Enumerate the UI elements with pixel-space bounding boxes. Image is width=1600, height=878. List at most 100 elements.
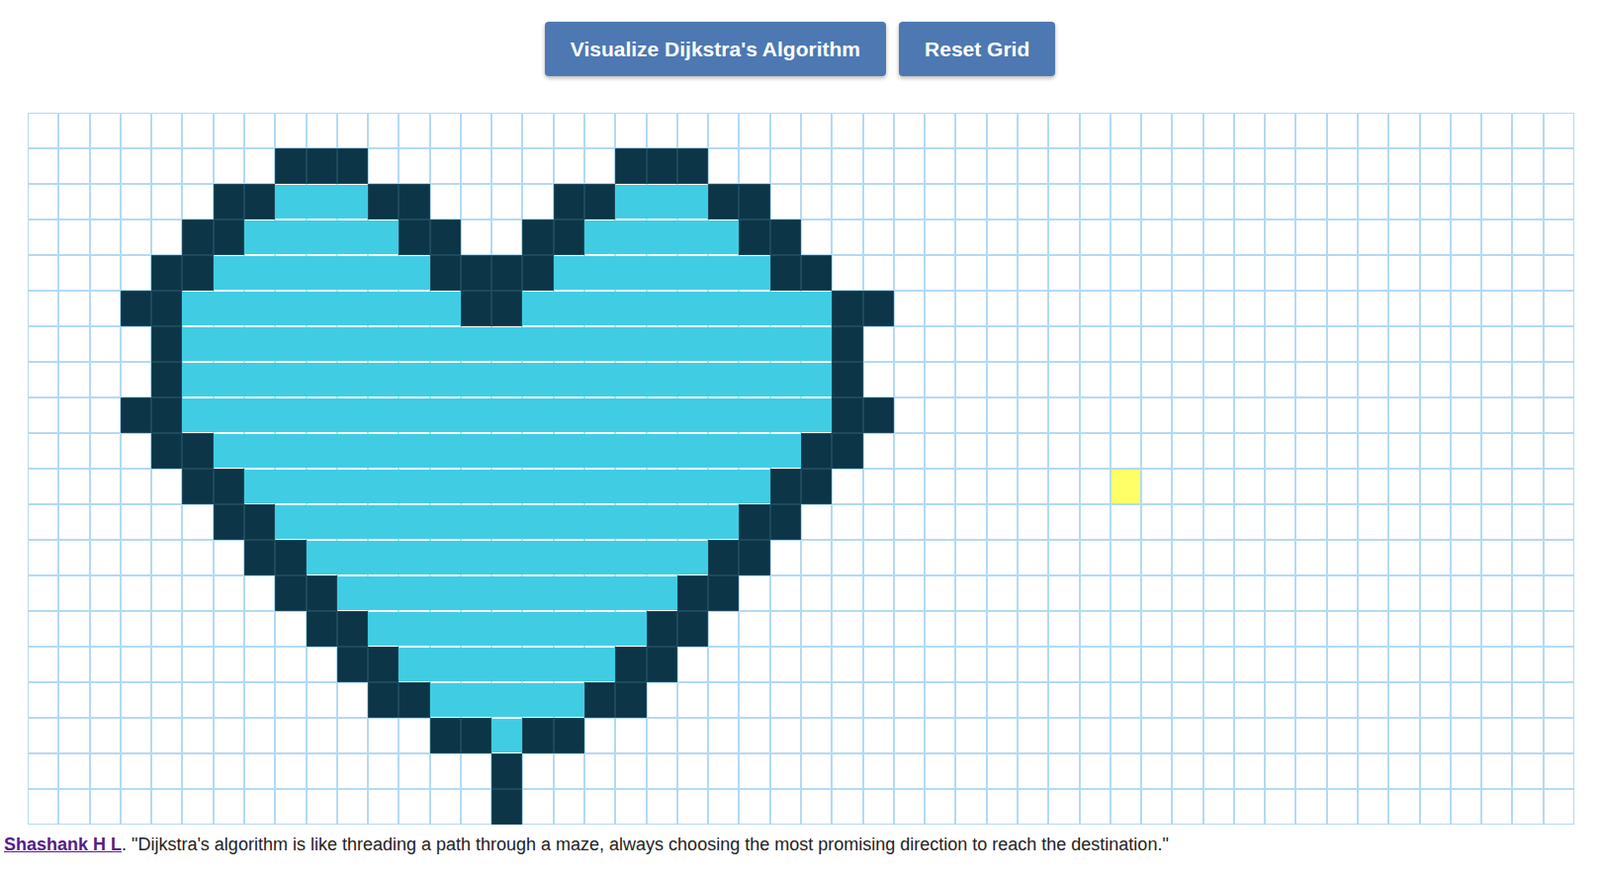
grid-cell[interactable] — [151, 504, 182, 540]
grid-cell[interactable] — [1511, 789, 1543, 825]
grid-cell[interactable] — [1543, 717, 1575, 754]
grid-cell[interactable] — [615, 397, 646, 434]
grid-cell[interactable] — [615, 717, 646, 754]
grid-cell[interactable] — [1357, 611, 1389, 647]
grid-cell[interactable] — [1420, 148, 1451, 184]
grid-cell[interactable] — [1110, 539, 1142, 576]
grid-cell[interactable] — [863, 361, 894, 398]
grid-cell[interactable] — [1017, 397, 1049, 434]
grid-cell[interactable] — [738, 326, 770, 362]
grid-cell[interactable] — [58, 539, 89, 576]
grid-cell[interactable] — [213, 789, 245, 825]
grid-cell[interactable] — [89, 682, 121, 718]
grid-cell[interactable] — [1171, 789, 1203, 825]
grid-cell[interactable] — [770, 646, 801, 683]
grid-cell[interactable] — [398, 717, 430, 754]
grid-cell[interactable] — [677, 397, 709, 434]
grid-cell[interactable] — [1327, 504, 1358, 540]
grid-cell[interactable] — [1420, 753, 1451, 790]
grid-cell[interactable] — [151, 148, 182, 184]
grid-cell[interactable] — [893, 361, 925, 398]
grid-cell[interactable] — [244, 575, 275, 612]
grid-cell[interactable] — [1511, 539, 1543, 576]
grid-cell[interactable] — [924, 468, 956, 505]
grid-cell[interactable] — [27, 397, 59, 434]
grid-cell[interactable] — [1295, 682, 1327, 718]
grid-cell[interactable] — [708, 539, 739, 576]
grid-cell[interactable] — [213, 646, 245, 683]
grid-cell[interactable] — [1357, 183, 1389, 220]
grid-cell[interactable] — [1264, 575, 1296, 612]
grid-cell[interactable] — [1048, 682, 1079, 718]
grid-cell[interactable] — [553, 717, 585, 754]
grid-cell[interactable] — [244, 219, 275, 256]
grid-cell[interactable] — [863, 717, 894, 754]
grid-cell[interactable] — [1511, 611, 1543, 647]
grid-cell[interactable] — [738, 219, 770, 256]
grid-cell[interactable] — [274, 290, 306, 327]
grid-cell[interactable] — [27, 575, 59, 612]
grid-cell[interactable] — [831, 753, 863, 790]
grid-cell[interactable] — [1234, 290, 1265, 327]
grid-cell[interactable] — [398, 183, 430, 220]
grid-cell[interactable] — [120, 753, 152, 790]
grid-cell[interactable] — [1048, 361, 1079, 398]
grid-cell[interactable] — [770, 183, 801, 220]
grid-cell[interactable] — [430, 326, 461, 362]
grid-cell[interactable] — [367, 504, 399, 540]
grid-cell[interactable] — [460, 290, 492, 327]
grid-cell[interactable] — [1171, 148, 1203, 184]
grid-cell[interactable] — [274, 646, 306, 683]
grid-cell[interactable] — [274, 717, 306, 754]
grid-cell[interactable] — [213, 611, 245, 647]
grid-cell[interactable] — [89, 148, 121, 184]
grid-cell[interactable] — [1388, 682, 1420, 718]
grid-cell[interactable] — [181, 148, 213, 184]
grid-cell[interactable] — [584, 789, 616, 825]
grid-cell[interactable] — [955, 255, 986, 291]
grid-cell[interactable] — [58, 290, 89, 327]
grid-cell[interactable] — [893, 148, 925, 184]
grid-cell[interactable] — [1511, 290, 1543, 327]
grid-cell[interactable] — [89, 219, 121, 256]
grid-cell[interactable] — [986, 255, 1018, 291]
grid-cell[interactable] — [181, 361, 213, 398]
grid-cell[interactable] — [924, 646, 956, 683]
grid-cell[interactable] — [800, 433, 832, 469]
grid-cell[interactable] — [1234, 575, 1265, 612]
grid-cell[interactable] — [337, 682, 368, 718]
grid-cell[interactable] — [244, 468, 275, 505]
grid-cell[interactable] — [1079, 717, 1111, 754]
grid-cell[interactable] — [274, 397, 306, 434]
grid-cell[interactable] — [1048, 290, 1079, 327]
grid-cell[interactable] — [430, 255, 461, 291]
grid-cell[interactable] — [27, 433, 59, 469]
grid-cell[interactable] — [1079, 611, 1111, 647]
grid-cell[interactable] — [522, 468, 553, 505]
grid-cell[interactable] — [522, 717, 553, 754]
grid-cell[interactable] — [646, 183, 678, 220]
grid-cell[interactable] — [924, 717, 956, 754]
grid-cell[interactable] — [1327, 789, 1358, 825]
grid-cell[interactable] — [1048, 468, 1079, 505]
grid-cell[interactable] — [1327, 682, 1358, 718]
grid-cell[interactable] — [181, 575, 213, 612]
grid-cell[interactable] — [800, 255, 832, 291]
grid-cell[interactable] — [1511, 112, 1543, 149]
grid-cell[interactable] — [893, 611, 925, 647]
grid-cell[interactable] — [831, 575, 863, 612]
grid-cell[interactable] — [1017, 326, 1049, 362]
grid-cell[interactable] — [1450, 433, 1482, 469]
grid-cell[interactable] — [306, 717, 338, 754]
grid-cell[interactable] — [924, 361, 956, 398]
grid-cell[interactable] — [367, 789, 399, 825]
grid-cell[interactable] — [58, 397, 89, 434]
grid-cell[interactable] — [553, 682, 585, 718]
grid-cell[interactable] — [27, 468, 59, 505]
grid-cell[interactable] — [770, 255, 801, 291]
grid-cell[interactable] — [460, 753, 492, 790]
grid-cell[interactable] — [1420, 539, 1451, 576]
grid-cell[interactable] — [1234, 646, 1265, 683]
grid-cell[interactable] — [770, 753, 801, 790]
grid-cell[interactable] — [863, 397, 894, 434]
